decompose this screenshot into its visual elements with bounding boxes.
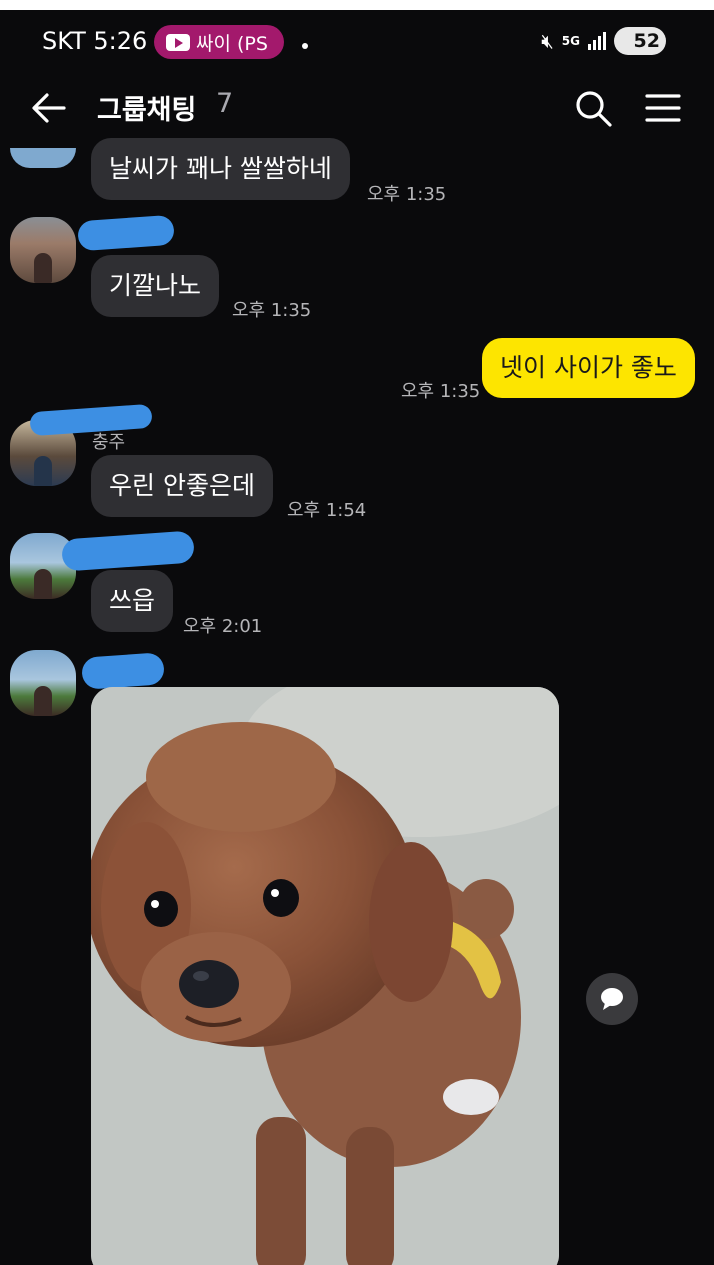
comment-button[interactable] bbox=[586, 973, 638, 1025]
message-bubble[interactable]: 우린 안좋은데 bbox=[91, 455, 273, 517]
media-playing-pill[interactable]: 싸이 (PS bbox=[154, 25, 284, 59]
dog-photo bbox=[91, 687, 559, 1265]
message-time: 오후 1:54 bbox=[287, 500, 367, 521]
sender-name: 충주 bbox=[92, 432, 126, 453]
speech-bubble-icon bbox=[601, 988, 623, 1010]
message-time: 오후 1:35 bbox=[232, 300, 312, 321]
photo-message[interactable] bbox=[91, 687, 559, 1265]
avatar[interactable] bbox=[10, 148, 76, 168]
message-time: 오후 2:01 bbox=[183, 616, 263, 637]
chat-title: 그룹채팅 bbox=[97, 95, 197, 126]
network-type: 5G bbox=[561, 34, 580, 48]
media-title: 싸이 (PS bbox=[196, 32, 268, 55]
search-icon[interactable] bbox=[573, 88, 613, 128]
member-count: 7 bbox=[216, 88, 234, 119]
name-redaction bbox=[77, 214, 175, 252]
battery-level: 52 bbox=[633, 30, 660, 52]
status-icons: 🔇︎ 5G 52 bbox=[541, 27, 666, 55]
message-bubble[interactable]: 날씨가 꽤나 쌀쌀하네 bbox=[91, 138, 350, 200]
chat-screen: SKT 5:26 싸이 (PS 🔇︎ 5G 52 그룹채팅 7 날씨가 꽤나 쌀… bbox=[0, 10, 714, 1265]
name-redaction bbox=[80, 652, 166, 690]
youtube-icon bbox=[166, 33, 190, 51]
my-message-bubble[interactable]: 넷이 사이가 좋노 bbox=[482, 338, 695, 398]
carrier-time: SKT 5:26 bbox=[42, 27, 148, 55]
menu-icon[interactable] bbox=[645, 92, 681, 124]
message-time: 오후 1:35 bbox=[367, 184, 447, 205]
back-arrow-icon[interactable] bbox=[30, 90, 68, 126]
notification-dot bbox=[302, 43, 308, 49]
name-redaction bbox=[29, 403, 153, 437]
avatar[interactable] bbox=[10, 217, 76, 283]
chat-header: 그룹채팅 7 bbox=[0, 72, 714, 144]
message-bubble[interactable]: 쓰읍 bbox=[91, 570, 174, 632]
message-time: 오후 1:35 bbox=[401, 381, 481, 402]
name-redaction bbox=[61, 530, 195, 572]
message-bubble[interactable]: 기깔나노 bbox=[91, 255, 220, 317]
avatar[interactable] bbox=[10, 650, 76, 716]
status-bar: SKT 5:26 싸이 (PS 🔇︎ 5G 52 bbox=[0, 10, 714, 72]
mute-icon: 🔇︎ bbox=[541, 29, 554, 53]
battery-icon: 52 bbox=[614, 27, 666, 55]
signal-icon bbox=[588, 32, 606, 50]
